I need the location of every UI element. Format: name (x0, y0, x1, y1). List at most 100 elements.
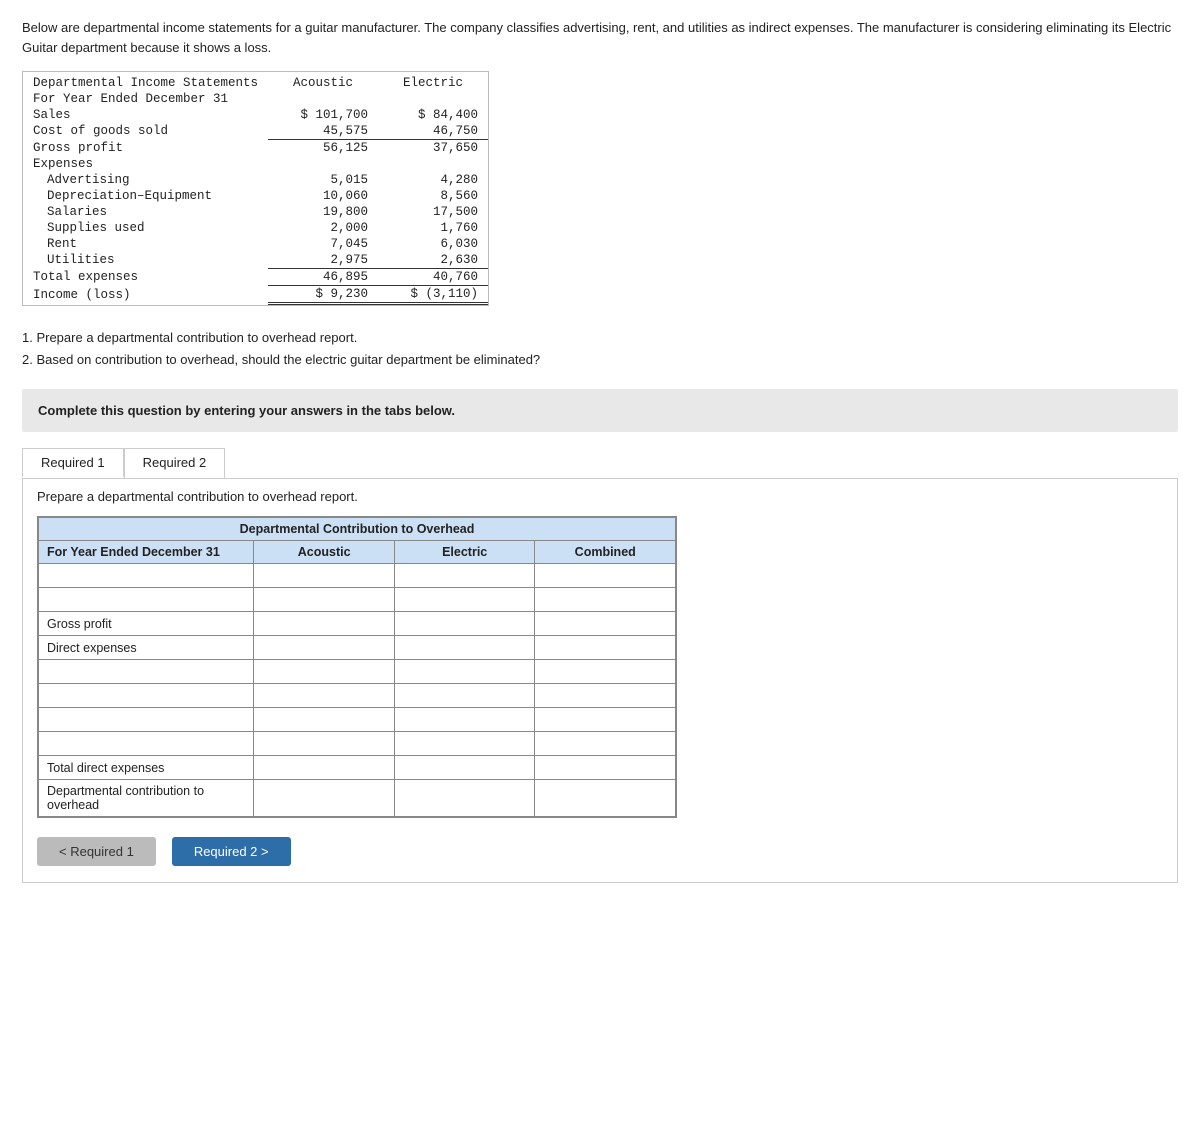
row-input-electric[interactable] (394, 660, 535, 684)
row-electric: 46,750 (378, 123, 488, 140)
input-electric-r5[interactable] (403, 665, 527, 679)
tab-required-1[interactable]: Required 1 (22, 448, 124, 478)
row-input-acoustic[interactable] (254, 612, 395, 636)
row-input-acoustic[interactable] (254, 564, 395, 588)
row-input-electric[interactable] (394, 684, 535, 708)
input-electric-r2[interactable] (403, 593, 527, 607)
prev-button[interactable]: < Required 1 (37, 837, 156, 866)
row-label: Cost of goods sold (23, 123, 268, 140)
table-row: Rent 7,045 6,030 (23, 236, 488, 252)
next-button[interactable]: Required 2 > (172, 837, 291, 866)
table-row: Income (loss) $ 9,230 $ (3,110) (23, 286, 488, 304)
row-electric: 17,500 (378, 204, 488, 220)
tabs-row: Required 1 Required 2 (22, 448, 1178, 478)
nav-buttons: < Required 1 Required 2 > (37, 837, 1163, 866)
row-input-combined[interactable] (535, 684, 676, 708)
input-acoustic-r7[interactable] (262, 713, 386, 727)
row-label (39, 564, 254, 588)
row-input-acoustic[interactable] (254, 660, 395, 684)
input-electric-dept[interactable] (403, 791, 527, 805)
row-input-combined[interactable] (535, 780, 676, 817)
input-combined-r6[interactable] (543, 689, 667, 703)
row-input-acoustic[interactable] (254, 732, 395, 756)
row-acoustic: 56,125 (268, 140, 378, 157)
input-electric-gross[interactable] (403, 617, 527, 631)
table-row (39, 660, 676, 684)
row-acoustic: 2,000 (268, 220, 378, 236)
gross-profit-row: Gross profit (39, 612, 676, 636)
income-statement-table: Departmental Income Statements Acoustic … (23, 72, 488, 305)
input-electric-total[interactable] (403, 761, 527, 775)
intro-text: Below are departmental income statements… (22, 18, 1178, 57)
input-acoustic-gross[interactable] (262, 617, 386, 631)
input-combined-total[interactable] (543, 761, 667, 775)
input-acoustic-r2[interactable] (262, 593, 386, 607)
row-input-acoustic[interactable] (254, 708, 395, 732)
input-combined-r7[interactable] (543, 713, 667, 727)
row-input-electric[interactable] (394, 612, 535, 636)
gross-profit-label: Gross profit (39, 612, 254, 636)
row-input-combined[interactable] (535, 612, 676, 636)
table-row (39, 588, 676, 612)
table-row: Gross profit 56,125 37,650 (23, 140, 488, 157)
row-input-electric[interactable] (394, 732, 535, 756)
row-input-acoustic[interactable] (254, 588, 395, 612)
input-combined-r1[interactable] (543, 569, 667, 583)
table-row (39, 564, 676, 588)
complete-question-box: Complete this question by entering your … (22, 389, 1178, 432)
row-label: Supplies used (23, 220, 268, 236)
row-input-acoustic[interactable] (254, 780, 395, 817)
row-acoustic: 10,060 (268, 188, 378, 204)
row-input-electric[interactable] (394, 756, 535, 780)
input-electric-r8[interactable] (403, 737, 527, 751)
row-acoustic: 19,800 (268, 204, 378, 220)
row-input-combined[interactable] (535, 732, 676, 756)
input-acoustic-r1[interactable] (262, 569, 386, 583)
dept-contribution-label: Departmental contribution to overhead (39, 780, 254, 817)
input-acoustic-dept[interactable] (262, 791, 386, 805)
tab-required-2[interactable]: Required 2 (124, 448, 226, 478)
row-label: Total expenses (23, 269, 268, 286)
row-input-combined[interactable] (535, 756, 676, 780)
row-label (39, 660, 254, 684)
direct-expenses-row: Direct expenses (39, 636, 676, 660)
row-input-electric[interactable] (394, 708, 535, 732)
input-combined-r8[interactable] (543, 737, 667, 751)
input-acoustic-total[interactable] (262, 761, 386, 775)
input-combined-r5[interactable] (543, 665, 667, 679)
contribution-header-acoustic: Acoustic (254, 541, 395, 564)
row-label: Advertising (23, 172, 268, 188)
row-input-electric[interactable] (394, 780, 535, 817)
input-combined-r2[interactable] (543, 593, 667, 607)
row-input-acoustic[interactable] (254, 684, 395, 708)
row-electric: 8,560 (378, 188, 488, 204)
input-electric-r1[interactable] (403, 569, 527, 583)
row-acoustic: 2,975 (268, 252, 378, 269)
contribution-table: Departmental Contribution to Overhead Fo… (38, 517, 676, 817)
row-input-combined[interactable] (535, 564, 676, 588)
row-input-acoustic[interactable] (254, 756, 395, 780)
input-combined-gross[interactable] (543, 617, 667, 631)
table-row: Supplies used 2,000 1,760 (23, 220, 488, 236)
row-input-combined[interactable] (535, 708, 676, 732)
row-electric: 4,280 (378, 172, 488, 188)
row-input-electric[interactable] (394, 564, 535, 588)
input-acoustic-r6[interactable] (262, 689, 386, 703)
row-input-combined[interactable] (535, 588, 676, 612)
table-row: Expenses (23, 156, 488, 172)
contribution-subheader-row: For Year Ended December 31 Acoustic Elec… (39, 541, 676, 564)
row-input-electric[interactable] (394, 588, 535, 612)
questions-section: 1. Prepare a departmental contribution t… (22, 327, 1178, 371)
input-electric-r6[interactable] (403, 689, 527, 703)
income-subheader-row: For Year Ended December 31 (23, 91, 488, 107)
input-electric-r7[interactable] (403, 713, 527, 727)
row-label: Sales (23, 107, 268, 123)
table-row: Advertising 5,015 4,280 (23, 172, 488, 188)
input-combined-dept[interactable] (543, 791, 667, 805)
input-acoustic-r5[interactable] (262, 665, 386, 679)
row-input-combined[interactable] (535, 660, 676, 684)
input-acoustic-r8[interactable] (262, 737, 386, 751)
row-electric: $ (3,110) (378, 286, 488, 304)
tab-description: Prepare a departmental contribution to o… (37, 489, 1163, 504)
table-row: Utilities 2,975 2,630 (23, 252, 488, 269)
